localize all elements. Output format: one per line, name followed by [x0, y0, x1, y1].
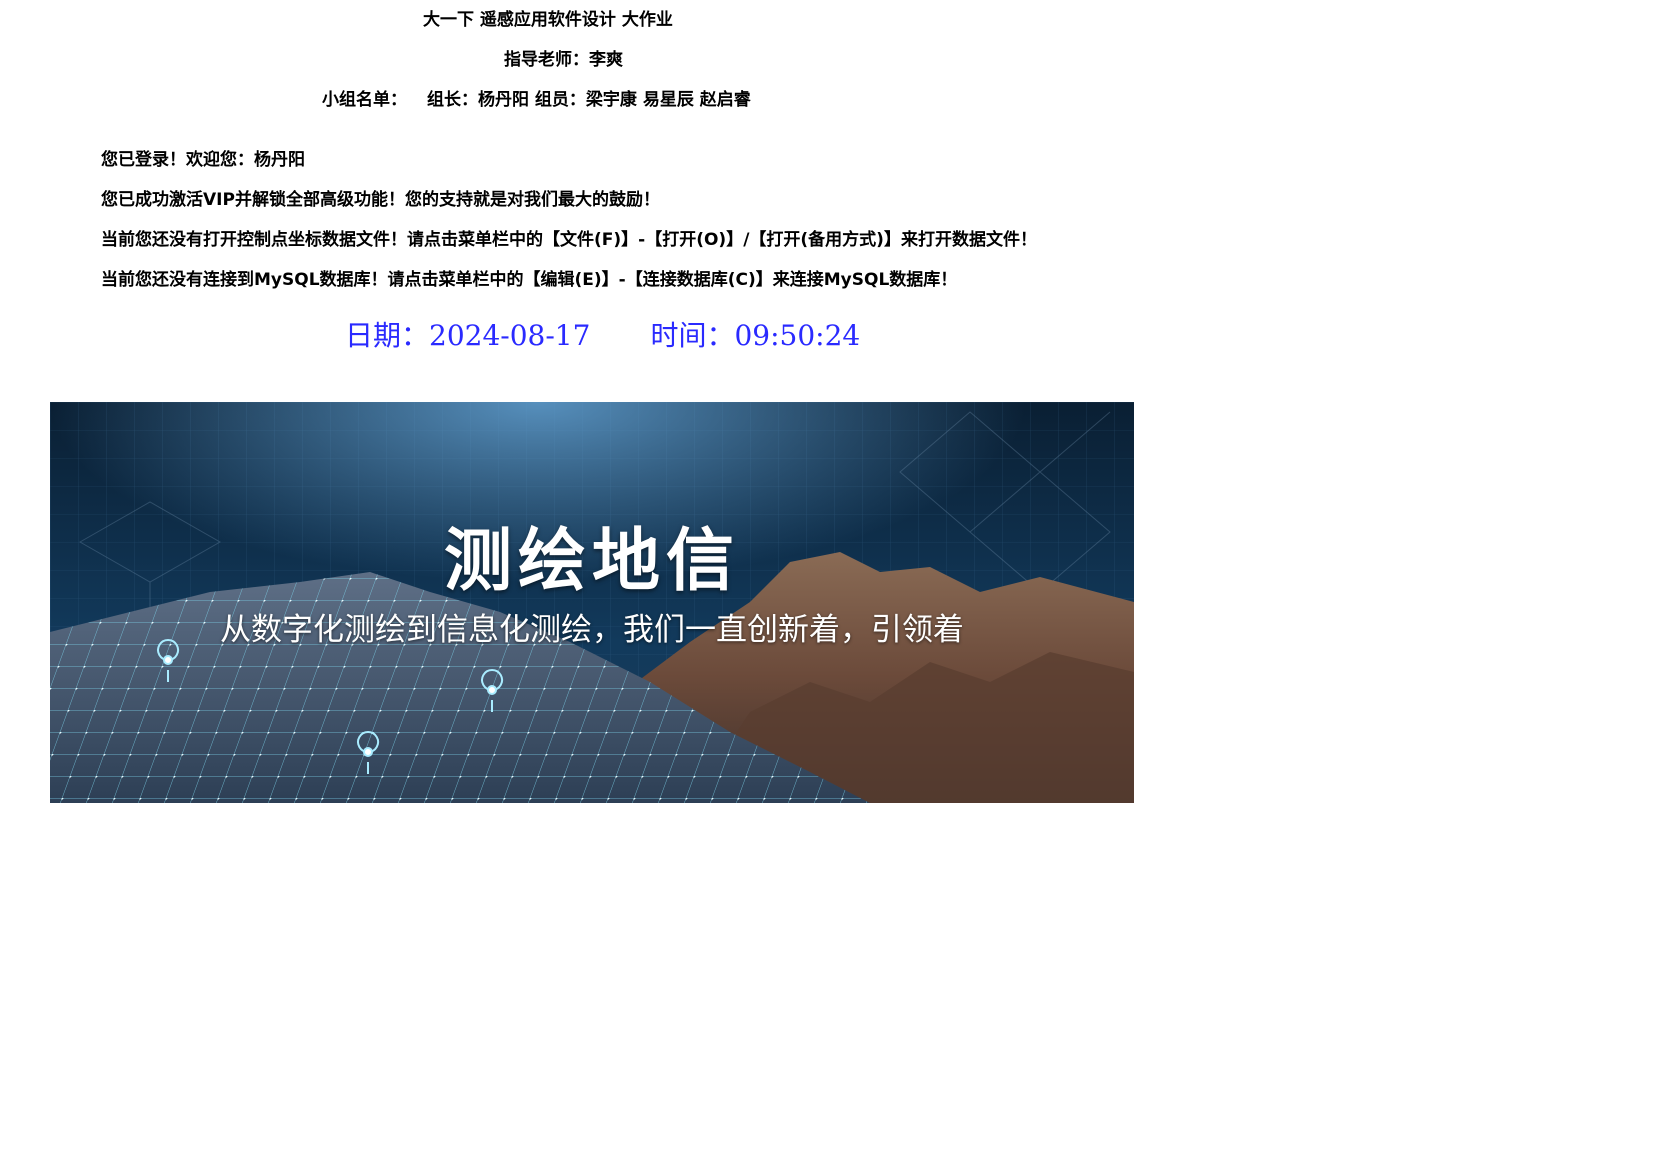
time-display: 时间：09:50:24 [650, 319, 861, 352]
datetime-display: 日期：2024-08-17 时间：09:50:24 [345, 318, 860, 354]
group-list: 小组名单： 组长：杨丹阳 组员：梁宇康 易星辰 赵启睿 [322, 89, 751, 111]
assignment-title: 大一下 遥感应用软件设计 大作业 [423, 10, 673, 30]
file-status: 当前您还没有打开控制点坐标数据文件！请点击菜单栏中的【文件(F)】-【打开(O)… [101, 230, 1037, 250]
banner-title: 测绘地信 [443, 522, 740, 601]
banner-graphic [50, 402, 1134, 803]
banner-image: 测绘地信 从数字化测绘到信息化测绘，我们一直创新着，引领着 [50, 402, 1134, 803]
banner-subtitle: 从数字化测绘到信息化测绘，我们一直创新着，引领着 [220, 612, 964, 648]
login-status: 您已登录！欢迎您：杨丹阳 [101, 150, 305, 170]
database-status: 当前您还没有连接到MySQL数据库！请点击菜单栏中的【编辑(E)】-【连接数据库… [101, 270, 958, 290]
group-members: 组长：杨丹阳 组员：梁宇康 易星辰 赵启睿 [427, 90, 751, 110]
group-list-label: 小组名单： [322, 90, 407, 110]
advisor-label: 指导老师：李爽 [504, 50, 623, 70]
date-display: 日期：2024-08-17 [345, 319, 591, 352]
vip-status: 您已成功激活VIP并解锁全部高级功能！您的支持就是对我们最大的鼓励！ [101, 190, 660, 210]
